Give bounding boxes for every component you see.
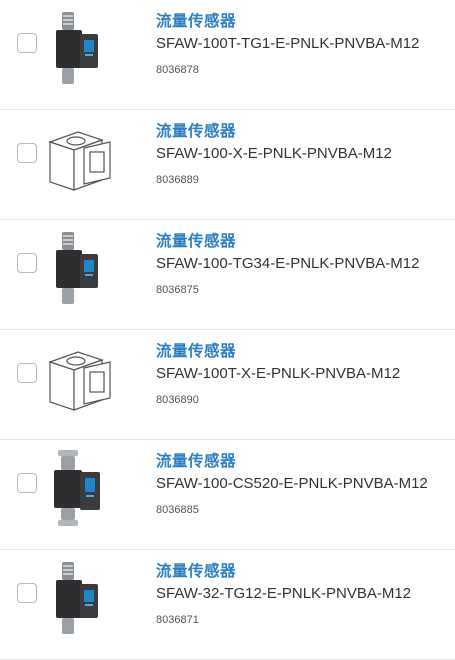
part-number: 8036871: [156, 614, 199, 626]
product-category[interactable]: 流量传感器: [156, 449, 236, 471]
list-item[interactable]: 流量传感器 SFAW-100-TG34-E-PNLK-PNVBA-M12 803…: [0, 220, 455, 330]
product-list: 流量传感器 SFAW-100T-TG1-E-PNLK-PNVBA-M12 803…: [0, 0, 455, 660]
product-image[interactable]: [46, 554, 108, 642]
product-category[interactable]: 流量传感器: [156, 339, 236, 361]
product-image[interactable]: [46, 224, 108, 312]
select-checkbox[interactable]: [17, 143, 37, 163]
part-number: 8036890: [156, 394, 199, 406]
list-item[interactable]: 流量传感器 SFAW-100-X-E-PNLK-PNVBA-M12 803688…: [0, 110, 455, 220]
part-number: 8036875: [156, 284, 199, 296]
part-number: 8036878: [156, 64, 199, 76]
product-name[interactable]: SFAW-100-TG34-E-PNLK-PNVBA-M12: [156, 255, 419, 272]
select-checkbox[interactable]: [17, 583, 37, 603]
select-checkbox[interactable]: [17, 253, 37, 273]
list-item[interactable]: 流量传感器 SFAW-100T-TG1-E-PNLK-PNVBA-M12 803…: [0, 0, 455, 110]
select-checkbox[interactable]: [17, 473, 37, 493]
product-category[interactable]: 流量传感器: [156, 229, 236, 251]
product-name[interactable]: SFAW-100T-X-E-PNLK-PNVBA-M12: [156, 365, 400, 382]
product-image[interactable]: [40, 114, 116, 202]
list-item[interactable]: 流量传感器 SFAW-32-TG12-E-PNLK-PNVBA-M12 8036…: [0, 550, 455, 660]
part-number: 8036885: [156, 504, 199, 516]
select-checkbox[interactable]: [17, 33, 37, 53]
product-name[interactable]: SFAW-32-TG12-E-PNLK-PNVBA-M12: [156, 585, 411, 602]
part-number: 8036889: [156, 174, 199, 186]
product-name[interactable]: SFAW-100-CS520-E-PNLK-PNVBA-M12: [156, 475, 428, 492]
product-name[interactable]: SFAW-100-X-E-PNLK-PNVBA-M12: [156, 145, 392, 162]
list-item[interactable]: 流量传感器 SFAW-100T-X-E-PNLK-PNVBA-M12 80368…: [0, 330, 455, 440]
product-category[interactable]: 流量传感器: [156, 9, 236, 31]
product-image[interactable]: [40, 334, 116, 422]
product-category[interactable]: 流量传感器: [156, 119, 236, 141]
list-item[interactable]: 流量传感器 SFAW-100-CS520-E-PNLK-PNVBA-M12 80…: [0, 440, 455, 550]
product-name[interactable]: SFAW-100T-TG1-E-PNLK-PNVBA-M12: [156, 35, 419, 52]
select-checkbox[interactable]: [17, 363, 37, 383]
product-image[interactable]: [46, 4, 108, 92]
product-image[interactable]: [46, 444, 108, 532]
product-category[interactable]: 流量传感器: [156, 559, 236, 581]
